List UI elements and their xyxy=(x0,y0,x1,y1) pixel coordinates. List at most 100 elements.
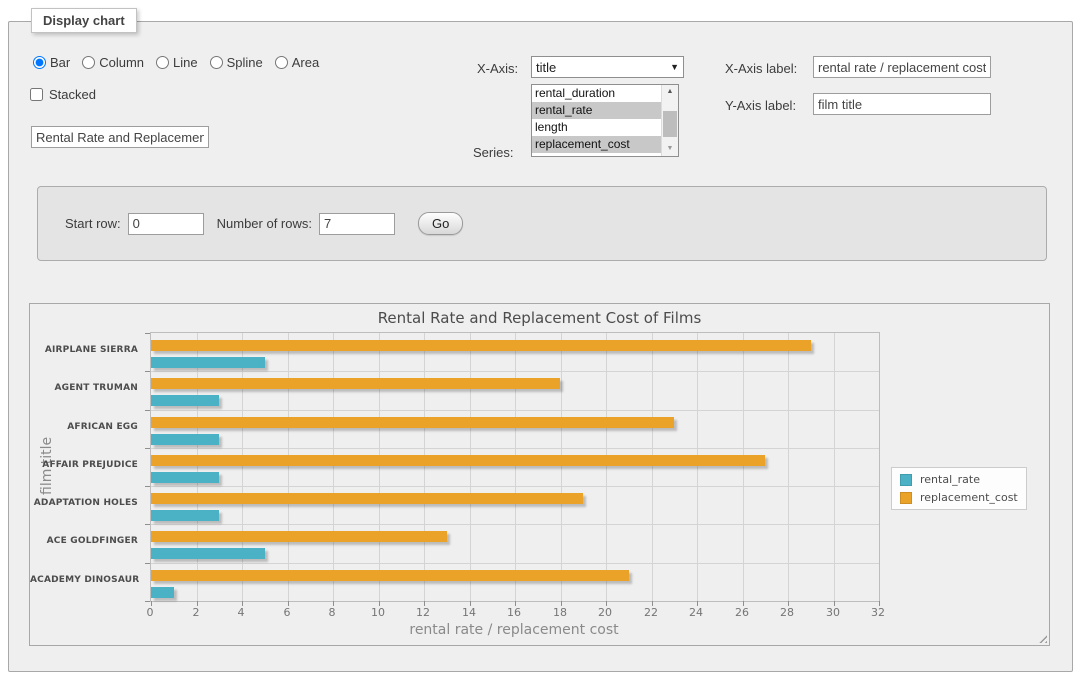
legend-label: replacement_cost xyxy=(920,491,1018,504)
legend-label: rental_rate xyxy=(920,473,980,486)
x-tick-label: 14 xyxy=(449,606,489,619)
y-tick-mark xyxy=(145,486,150,487)
y-tick-mark xyxy=(145,563,150,564)
start-row-input[interactable] xyxy=(128,213,204,235)
chart-type-option-spline[interactable]: Spline xyxy=(210,55,263,70)
bar-replacement_cost xyxy=(151,378,560,389)
bar-replacement_cost xyxy=(151,340,811,351)
chart-type-radio-bar[interactable] xyxy=(33,56,46,69)
chart-type-radio-area[interactable] xyxy=(275,56,288,69)
legend-swatch-icon xyxy=(900,474,912,486)
series-option-length[interactable]: length xyxy=(532,119,664,136)
stacked-row: Stacked xyxy=(30,87,96,102)
resize-grip-icon[interactable] xyxy=(1036,632,1047,643)
gridline-horizontal xyxy=(151,448,879,449)
chart-type-label-spline: Spline xyxy=(227,55,263,70)
gridline-horizontal xyxy=(151,486,879,487)
x-axis-selected-value: title xyxy=(536,60,556,75)
x-tick-label: 20 xyxy=(585,606,625,619)
y-axis-label-input[interactable] xyxy=(813,93,991,115)
gridline-horizontal xyxy=(151,524,879,525)
gridline-vertical xyxy=(288,333,289,601)
gridline-vertical xyxy=(652,333,653,601)
x-axis-label-label: X-Axis label: xyxy=(725,61,797,76)
category-label: ACE GOLDFINGER xyxy=(30,536,138,546)
series-option-rental_duration[interactable]: rental_duration xyxy=(532,85,664,102)
scrollbar-thumb[interactable] xyxy=(663,111,677,137)
chart-type-radio-line[interactable] xyxy=(156,56,169,69)
row-range-box: Start row: Number of rows: Go xyxy=(37,186,1047,261)
bar-rental_rate xyxy=(151,434,219,445)
gridline-vertical xyxy=(515,333,516,601)
chart-type-options: Bar Column Line Spline Area xyxy=(33,55,319,70)
bar-rental_rate xyxy=(151,587,174,598)
x-tick-label: 18 xyxy=(540,606,580,619)
category-label: AGENT TRUMAN xyxy=(30,383,138,393)
go-button[interactable]: Go xyxy=(418,212,463,235)
x-tick-label: 0 xyxy=(130,606,170,619)
category-label: AIRPLANE SIERRA xyxy=(30,345,138,355)
series-scrollbar[interactable]: ▲ ▼ xyxy=(661,85,678,156)
x-tick-label: 30 xyxy=(813,606,853,619)
bar-replacement_cost xyxy=(151,570,629,581)
series-select-label: Series: xyxy=(473,145,513,160)
chart-type-label-line: Line xyxy=(173,55,198,70)
gridline-vertical xyxy=(242,333,243,601)
scroll-down-icon[interactable]: ▼ xyxy=(662,142,678,156)
chart-type-option-bar[interactable]: Bar xyxy=(33,55,70,70)
bar-rental_rate xyxy=(151,510,219,521)
gridline-vertical xyxy=(470,333,471,601)
legend-item-replacement_cost: replacement_cost xyxy=(900,491,1018,504)
stacked-label: Stacked xyxy=(49,87,96,102)
x-tick-label: 12 xyxy=(403,606,443,619)
chart-title: Rental Rate and Replacement Cost of Film… xyxy=(30,309,1049,327)
start-row-label: Start row: xyxy=(65,216,121,231)
gridline-vertical xyxy=(424,333,425,601)
gridline-vertical xyxy=(697,333,698,601)
chart-type-option-area[interactable]: Area xyxy=(275,55,319,70)
bar-replacement_cost xyxy=(151,493,583,504)
x-tick-label: 22 xyxy=(631,606,671,619)
x-axis-title: rental rate / replacement cost xyxy=(150,622,878,638)
x-axis-label-input[interactable] xyxy=(813,56,991,78)
x-tick-label: 10 xyxy=(358,606,398,619)
chevron-down-icon: ▼ xyxy=(670,63,679,72)
y-tick-mark xyxy=(145,333,150,334)
x-tick-label: 4 xyxy=(221,606,261,619)
plot-area xyxy=(150,332,880,602)
chart-type-option-column[interactable]: Column xyxy=(82,55,144,70)
bar-replacement_cost xyxy=(151,455,765,466)
y-tick-mark xyxy=(145,410,150,411)
series-multiselect[interactable]: rental_durationrental_ratelengthreplacem… xyxy=(531,84,679,157)
chart-type-option-line[interactable]: Line xyxy=(156,55,198,70)
x-tick-label: 16 xyxy=(494,606,534,619)
gridline-vertical xyxy=(333,333,334,601)
gridline-vertical xyxy=(606,333,607,601)
gridline-vertical xyxy=(197,333,198,601)
chart-type-radio-spline[interactable] xyxy=(210,56,223,69)
legend-item-rental_rate: rental_rate xyxy=(900,473,1018,486)
y-tick-mark xyxy=(145,371,150,372)
bar-rental_rate xyxy=(151,548,265,559)
y-axis-label-label: Y-Axis label: xyxy=(725,98,796,113)
x-axis-select-label: X-Axis: xyxy=(477,61,518,76)
legend-swatch-icon xyxy=(900,492,912,504)
series-options: rental_durationrental_ratelengthreplacem… xyxy=(532,85,678,153)
gridline-vertical xyxy=(788,333,789,601)
bar-rental_rate xyxy=(151,472,219,483)
chart-title-input[interactable] xyxy=(31,126,209,148)
chart-type-radio-column[interactable] xyxy=(82,56,95,69)
num-rows-input[interactable] xyxy=(319,213,395,235)
page: { "fieldset_legend": "Display chart", "c… xyxy=(0,0,1081,681)
gridline-horizontal xyxy=(151,371,879,372)
scroll-up-icon[interactable]: ▲ xyxy=(662,85,678,99)
x-axis-select[interactable]: title ▼ xyxy=(531,56,684,78)
series-option-replacement_cost[interactable]: replacement_cost xyxy=(532,136,664,153)
series-option-rental_rate[interactable]: rental_rate xyxy=(532,102,664,119)
x-tick-labels: 02468101214161820222426283032 xyxy=(150,606,878,620)
stacked-checkbox[interactable] xyxy=(30,88,43,101)
chart-container: Rental Rate and Replacement Cost of Film… xyxy=(29,303,1050,646)
x-tick-label: 32 xyxy=(858,606,898,619)
gridline-vertical xyxy=(561,333,562,601)
gridline-horizontal xyxy=(151,410,879,411)
